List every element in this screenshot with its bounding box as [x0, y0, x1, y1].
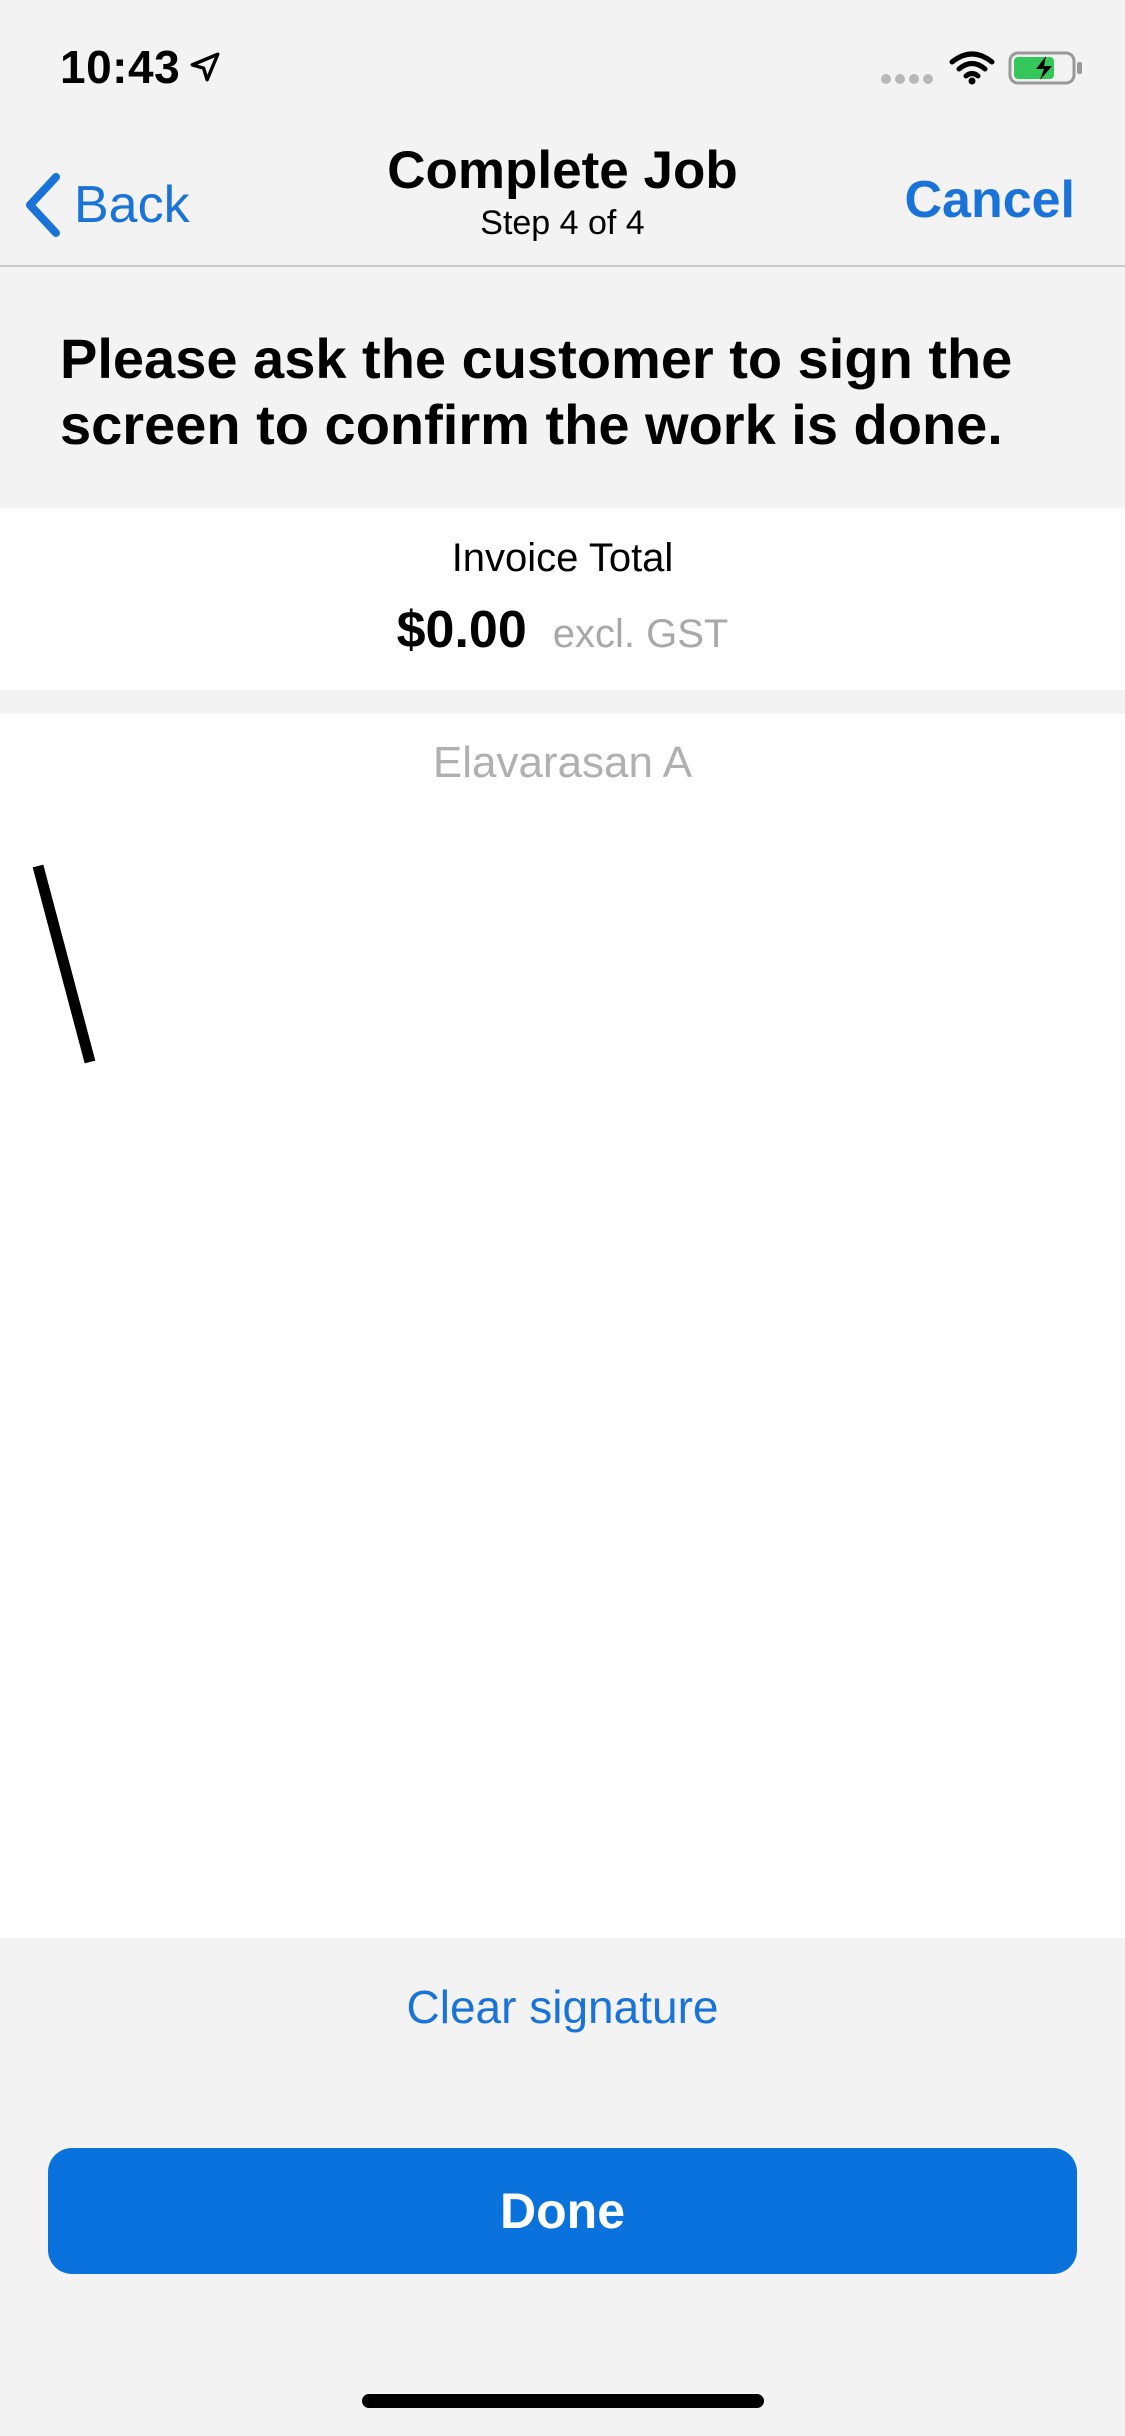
battery-charging-icon — [1008, 51, 1082, 85]
home-indicator — [362, 2394, 764, 2408]
cancel-button[interactable]: Cancel — [904, 170, 1075, 230]
invoice-amount: $0.00 — [396, 601, 527, 659]
done-button[interactable]: Done — [48, 2148, 1077, 2274]
clear-signature-button[interactable]: Clear signature — [0, 1980, 1125, 2034]
signature-stroke — [32, 864, 96, 1064]
tax-note: excl. GST — [552, 612, 729, 656]
invoice-amount-row: $0.00 excl. GST — [0, 600, 1125, 660]
wifi-icon — [949, 51, 995, 85]
instruction-text: Please ask the customer to sign the scre… — [60, 327, 1013, 456]
location-arrow-icon — [190, 52, 220, 82]
signal-icon — [881, 74, 933, 84]
invoice-total-label: Invoice Total — [451, 536, 674, 580]
status-time: 10:43 — [60, 41, 181, 93]
